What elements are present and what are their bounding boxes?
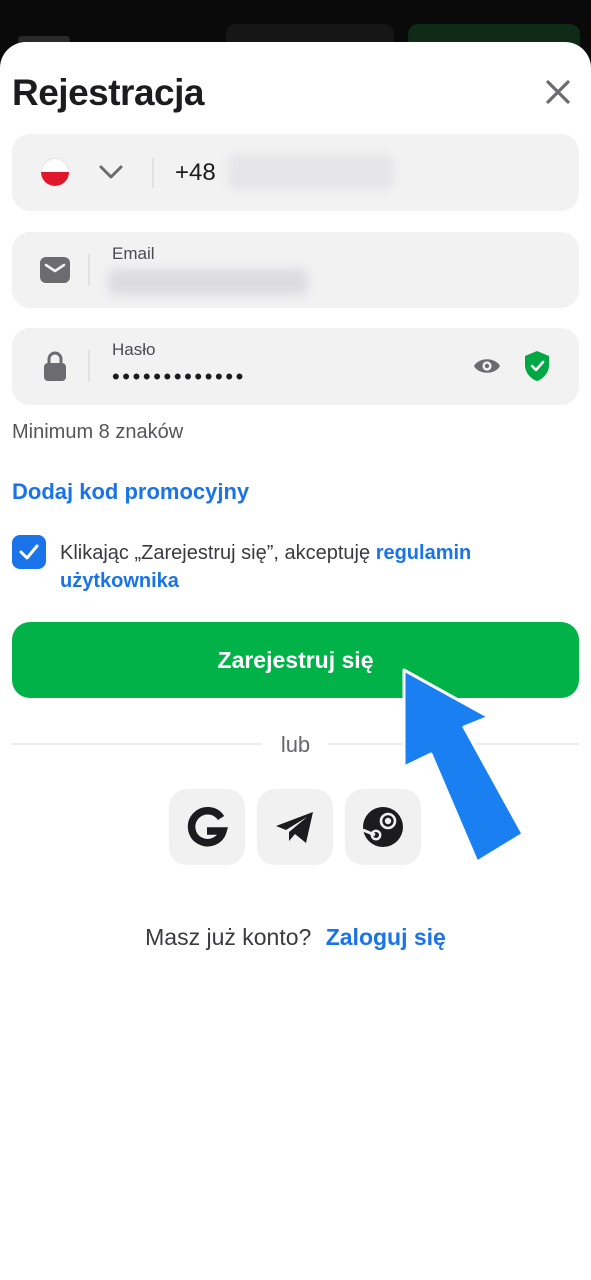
eye-icon[interactable] bbox=[472, 353, 502, 379]
login-prompt: Masz już konto? Zaloguj się bbox=[0, 924, 591, 951]
password-label: Hasło bbox=[112, 340, 156, 359]
phone-number-input[interactable] bbox=[228, 154, 394, 190]
chevron-down-icon[interactable] bbox=[98, 161, 124, 183]
phone-country-code: +48 bbox=[175, 159, 216, 186]
terms-checkbox[interactable] bbox=[12, 535, 46, 569]
field-divider bbox=[88, 350, 90, 382]
field-divider bbox=[88, 254, 90, 286]
close-button[interactable] bbox=[538, 72, 578, 112]
field-divider bbox=[152, 158, 154, 188]
lock-icon bbox=[44, 351, 66, 381]
close-icon bbox=[546, 80, 570, 104]
login-link[interactable]: Zaloguj się bbox=[326, 924, 446, 950]
poland-flag-icon[interactable] bbox=[41, 158, 69, 186]
login-question: Masz już konto? bbox=[145, 924, 312, 950]
shield-check-icon bbox=[525, 351, 549, 381]
terms-text: Klikając „Zarejestruj się”, akceptuję re… bbox=[60, 539, 560, 595]
add-promo-code-link[interactable]: Dodaj kod promocyjny bbox=[12, 479, 249, 505]
email-input[interactable] bbox=[108, 269, 308, 295]
telegram-icon bbox=[276, 812, 313, 843]
password-field[interactable]: Hasło ••••••••••••• bbox=[12, 328, 579, 405]
google-login-button[interactable] bbox=[169, 789, 245, 865]
checkmark-icon bbox=[19, 544, 39, 560]
dialog-title: Rejestracja bbox=[12, 72, 204, 113]
phone-field[interactable]: +48 bbox=[12, 134, 579, 211]
pointer-arrow-icon bbox=[402, 668, 525, 864]
telegram-login-button[interactable] bbox=[257, 789, 333, 865]
password-input[interactable]: ••••••••••••• bbox=[112, 364, 246, 390]
registration-sheet: Rejestracja +48 Email Hasło ••••••••••••… bbox=[0, 42, 591, 1280]
email-label: Email bbox=[112, 244, 155, 263]
password-hint: Minimum 8 znaków bbox=[12, 421, 184, 443]
terms-label: Klikając „Zarejestruj się”, akceptuję bbox=[60, 542, 371, 564]
google-icon bbox=[187, 806, 228, 847]
mail-icon bbox=[40, 257, 70, 283]
email-field[interactable]: Email bbox=[12, 232, 579, 308]
